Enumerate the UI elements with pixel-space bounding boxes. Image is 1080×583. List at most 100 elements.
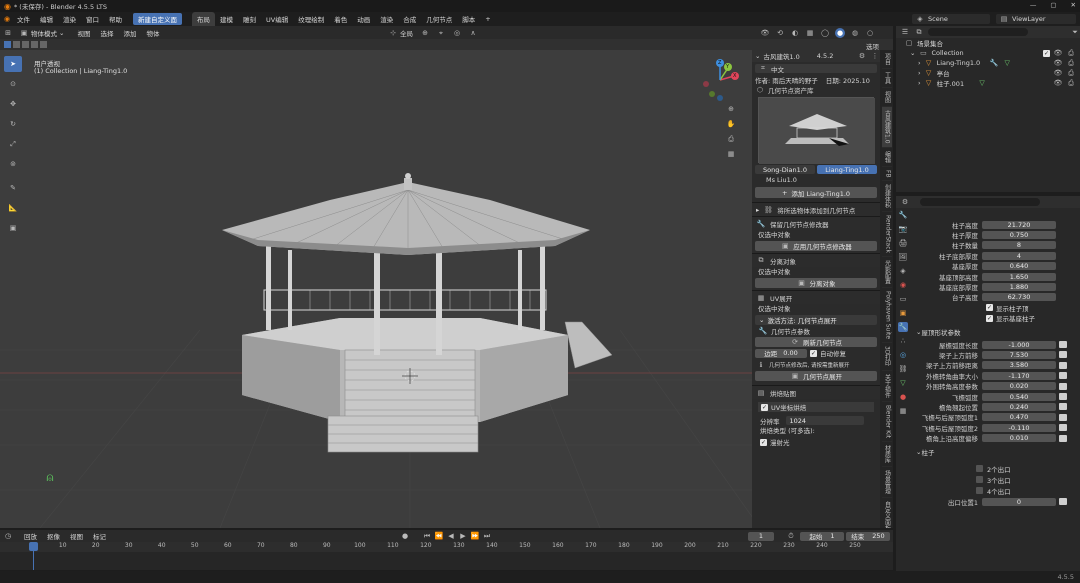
chevron-down-icon[interactable]: ⌄ [755, 52, 760, 60]
select-intersect-icon[interactable] [40, 41, 47, 48]
sidebar-tab-14[interactable]: 场景管理 [881, 467, 892, 498]
eye-icon[interactable]: 👁 [1053, 48, 1063, 58]
ortho-grid-icon[interactable]: ▦ [726, 149, 736, 159]
outliner-item-pavilion[interactable]: › ▽ 亭台 👁 ⎙ [896, 68, 1080, 79]
tab-sculpting[interactable]: 雕刻 [238, 12, 261, 26]
navigation-gizmo[interactable]: X Y Z [698, 58, 742, 102]
sidebar-tab-11[interactable]: 关于插件 [881, 371, 892, 402]
viewlayer-selector[interactable]: ▤ ViewLayer [996, 14, 1076, 24]
sidebar-tab-8[interactable]: 光影配置 [881, 257, 892, 289]
eye-icon[interactable]: 👁 [1053, 78, 1063, 88]
pavilion-model[interactable] [0, 50, 752, 528]
collection-enable-checkbox[interactable]: ✓ [1043, 49, 1050, 57]
sidebar-tab-0[interactable]: 项目 [881, 50, 892, 69]
tab-uv-editing[interactable]: UV编辑 [261, 12, 293, 26]
mode-selector[interactable]: ▣ 物体模式 ⌄ [19, 28, 65, 38]
object-tab-icon[interactable]: ▣ [898, 308, 908, 318]
tool-tab-icon[interactable]: 🔧 [898, 210, 908, 220]
tab-modeling[interactable]: 建模 [215, 12, 238, 26]
sidebar-tab-13[interactable]: 材质库 [881, 442, 892, 467]
keyframe-toggle-icon[interactable] [1059, 361, 1067, 369]
property-value-field[interactable]: 7.530 [982, 350, 1056, 359]
sidebar-tab-1[interactable]: 工具 [881, 69, 892, 88]
next-key-icon[interactable]: ⏩ [470, 531, 480, 541]
zoom-icon[interactable]: ⊕ [726, 104, 736, 114]
wireframe-icon[interactable]: ◯ [820, 28, 830, 38]
property-value-field[interactable]: 62.730 [982, 293, 1056, 302]
view-layer-tab-icon[interactable]: 🖼 [898, 252, 908, 262]
auto-fix-checkbox[interactable]: ✓ [810, 349, 817, 357]
world-tab-icon[interactable]: ◉ [898, 280, 908, 290]
sidebar-tab-3[interactable]: 古风建筑1.0 [881, 107, 892, 148]
timeline-ruler[interactable]: 1 10 20 30 40 50 60 70 80 90 100 110 120 130 140 150 160… [0, 542, 893, 552]
physics-tab-icon[interactable]: ◎ [898, 350, 908, 360]
output-tab-icon[interactable]: 🖨 [898, 238, 908, 248]
timeline-editor-icon[interactable]: ◷ [3, 531, 13, 541]
pivot-icon[interactable]: ⊕ [420, 28, 430, 38]
add-workspace-button[interactable]: + [480, 12, 495, 26]
sidebar-tab-10[interactable]: 3D打印 [881, 343, 892, 371]
camera-icon[interactable]: ⎙ [1066, 68, 1076, 78]
transform-orientation[interactable]: ⊹ 全局 [388, 28, 413, 38]
material-tab-icon[interactable]: ● [898, 392, 908, 402]
data-tab-icon[interactable]: ▽ [898, 378, 908, 388]
select-extend-icon[interactable] [13, 41, 20, 48]
property-checkbox-row[interactable]: ✓ 显示柱子顶 [910, 303, 1080, 313]
sidebar-tab-2[interactable]: 视图 [881, 88, 892, 107]
keyframe-toggle-icon[interactable] [1059, 351, 1067, 359]
3d-viewport[interactable]: 用户透视 (1) Collection | Liang-Ting1.0 X Y … [0, 50, 752, 528]
property-value-field[interactable]: 1.880 [982, 282, 1056, 291]
prev-key-icon[interactable]: ⏪ [434, 531, 444, 541]
property-value-field[interactable]: 0 [982, 497, 1056, 506]
geo-expand-button[interactable]: ▣ 几何节点展开 [755, 371, 877, 381]
collection-tab-icon[interactable]: ▭ [898, 294, 908, 304]
asset-preview[interactable] [758, 97, 875, 164]
end-frame-field[interactable]: 结束 250 [846, 531, 890, 541]
keyframe-toggle-icon[interactable] [1059, 403, 1067, 411]
property-value-field[interactable]: -1.170 [982, 371, 1056, 380]
property-value-field[interactable]: 0.640 [982, 262, 1056, 271]
keyframe-toggle-icon[interactable] [1059, 424, 1067, 432]
particles-tab-icon[interactable]: ∴ [898, 336, 908, 346]
scale-tool-icon[interactable]: ⤢ [4, 136, 22, 152]
sidebar-tab-6[interactable]: 创建体积 [881, 181, 892, 213]
pan-hand-icon[interactable]: ✋ [726, 119, 736, 129]
outliner-item-collection[interactable]: ⌄ ▭ Collection ✓ 👁 ⎙ [896, 48, 1080, 58]
maximize-icon[interactable]: ▢ [1050, 1, 1056, 9]
panel-node-to-geo[interactable]: ▸ ⛓ 将所选物体添加到几何节点 [752, 202, 880, 216]
menu-markers[interactable]: 标记 [88, 531, 111, 541]
visibility-icon[interactable]: 👁 [760, 28, 770, 38]
constraints-tab-icon[interactable]: ⛓ [898, 364, 908, 374]
play-reverse-icon[interactable]: ◀ [446, 531, 456, 541]
proportional-icon[interactable]: ◎ [452, 28, 462, 38]
select-invert-icon[interactable] [31, 41, 38, 48]
properties-editor-icon[interactable]: ⚙ [900, 197, 910, 207]
keyframe-toggle-icon[interactable] [1059, 498, 1067, 505]
asset-song-dian[interactable]: Song-Dian1.0 [755, 165, 815, 174]
snap-icon[interactable]: ⌖ [436, 28, 446, 38]
scene-selector[interactable]: ◈ Scene [912, 14, 990, 24]
panel-uv[interactable]: ▦ UV展开 [752, 290, 880, 304]
rotate-tool-icon[interactable]: ↻ [4, 116, 22, 132]
editor-type-icon[interactable]: ⊞ [3, 28, 13, 38]
tab-rendering[interactable]: 渲染 [375, 12, 398, 26]
tab-scripting[interactable]: 脚本 [457, 12, 480, 26]
exit-checkbox[interactable] [976, 476, 983, 483]
rendered-icon[interactable]: ○ [865, 28, 875, 38]
jump-end-icon[interactable]: ⏭ [482, 531, 492, 541]
jump-start-icon[interactable]: ⏮ [422, 531, 432, 541]
material-icon[interactable]: ◍ [850, 28, 860, 38]
clock-icon[interactable]: ⏱ [786, 531, 796, 541]
settings-gear-icon[interactable]: ⚙ [857, 51, 867, 61]
property-value-field[interactable]: -1.000 [982, 340, 1056, 349]
sidebar-tab-5[interactable]: FB [881, 167, 892, 182]
eye-icon[interactable]: 👁 [1053, 58, 1063, 68]
gizmo-icon[interactable]: ⟲ [775, 28, 785, 38]
property-value-field[interactable]: -0.110 [982, 423, 1056, 432]
ao-checkbox[interactable]: ✓ [760, 438, 767, 446]
property-value-field[interactable]: 0.020 [982, 382, 1056, 391]
property-section-header[interactable]: ⌄ 屋顶形状参数 [910, 327, 1080, 337]
blender-menu-icon[interactable]: ◉ [2, 14, 12, 24]
property-value-field[interactable]: 0.750 [982, 230, 1056, 239]
exit-checkbox[interactable] [976, 487, 983, 494]
